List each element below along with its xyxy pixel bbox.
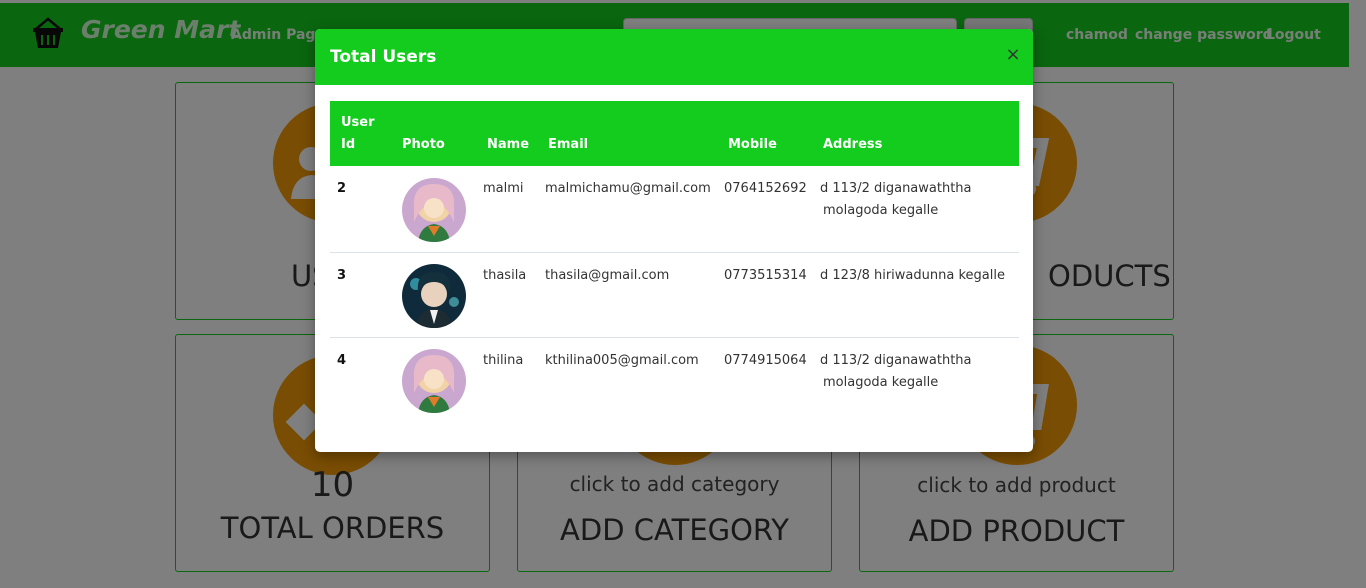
address-line1-cell: d 113/2 diganawaththa: [820, 353, 972, 368]
user-id-cell: 3: [337, 268, 347, 283]
email-cell: thasila@gmail.com: [545, 268, 670, 283]
name-cell: malmi: [483, 181, 524, 196]
name-cell: thilina: [483, 353, 524, 368]
address-line2-cell: molagoda kegalle: [823, 375, 939, 390]
column-header-user-id: User Id: [341, 115, 375, 152]
table-row: 2 malmi malmichamu@gmail.com 0764152692 …: [330, 166, 1019, 253]
column-header-name: Name: [487, 137, 530, 152]
user-id-cell: 2: [337, 181, 347, 196]
mobile-cell: 0764152692: [724, 181, 807, 196]
table-row: 3 thasila thasila@gmail.com 0773515314 d…: [330, 253, 1019, 338]
column-header-mobile: Mobile: [728, 137, 777, 152]
column-header-address: Address: [823, 137, 883, 152]
modal-header: Total Users ×: [315, 29, 1033, 85]
email-cell: malmichamu@gmail.com: [545, 181, 711, 196]
avatar-girl-icon: [402, 178, 466, 242]
address-line1-cell: d 123/8 hiriwadunna kegalle: [820, 268, 1005, 283]
total-users-modal: Total Users × User Id Photo Name Email M…: [315, 29, 1033, 452]
close-icon[interactable]: ×: [1003, 45, 1023, 65]
email-cell: kthilina005@gmail.com: [545, 353, 699, 368]
table-row: 4 thilina kthilina005@gmail.com 07749150…: [330, 338, 1019, 426]
column-header-email: Email: [548, 137, 589, 152]
mobile-cell: 0773515314: [724, 268, 807, 283]
modal-title: Total Users: [330, 47, 437, 67]
users-table-header: User Id Photo Name Email Mobile Address: [330, 101, 1019, 166]
column-header-photo: Photo: [402, 137, 445, 152]
address-line1-cell: d 113/2 diganawaththa: [820, 181, 972, 196]
user-id-cell: 4: [337, 353, 347, 368]
mobile-cell: 0774915064: [724, 353, 807, 368]
name-cell: thasila: [483, 268, 527, 283]
avatar-boy-icon: [402, 264, 466, 328]
address-line2-cell: molagoda kegalle: [823, 203, 939, 218]
avatar-girl-icon: [402, 349, 466, 413]
